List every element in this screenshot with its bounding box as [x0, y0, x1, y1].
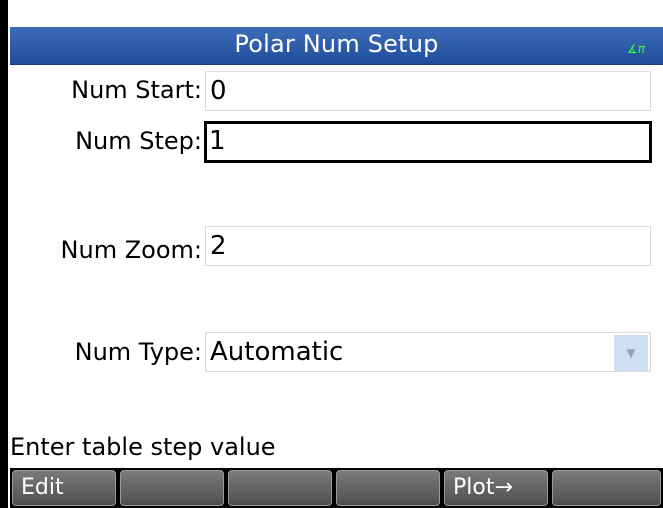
- num-step-field[interactable]: 1: [204, 121, 652, 163]
- num-type-label: Num Type:: [74, 338, 202, 366]
- plot-softkey[interactable]: Plot→: [444, 470, 548, 506]
- softkey-3[interactable]: [228, 470, 332, 506]
- softkey-2[interactable]: [120, 470, 224, 506]
- num-zoom-field[interactable]: 2: [205, 226, 651, 266]
- calculator-screen: Polar Num Setup ∡π Num Start: 0 Num Step…: [0, 0, 663, 508]
- status-message: Enter table step value: [10, 433, 276, 461]
- edit-softkey[interactable]: Edit: [12, 470, 116, 506]
- num-start-label: Num Start:: [71, 76, 202, 104]
- num-step-label: Num Step:: [75, 127, 202, 155]
- softkey-bar: Edit Plot→: [10, 468, 663, 508]
- page-title: Polar Num Setup: [234, 30, 439, 58]
- num-zoom-label: Num Zoom:: [60, 236, 202, 264]
- softkey-6[interactable]: [552, 470, 661, 506]
- softkey-4[interactable]: [336, 470, 440, 506]
- title-bar: Polar Num Setup ∡π: [10, 27, 663, 65]
- screen-bezel-left: [0, 0, 8, 508]
- num-type-dropdown[interactable]: Automatic ▼: [205, 332, 651, 372]
- angle-mode-icon: ∡π: [627, 42, 645, 56]
- num-type-value: Automatic: [210, 337, 344, 367]
- num-start-field[interactable]: 0: [205, 71, 651, 111]
- chevron-down-icon[interactable]: ▼: [614, 335, 648, 371]
